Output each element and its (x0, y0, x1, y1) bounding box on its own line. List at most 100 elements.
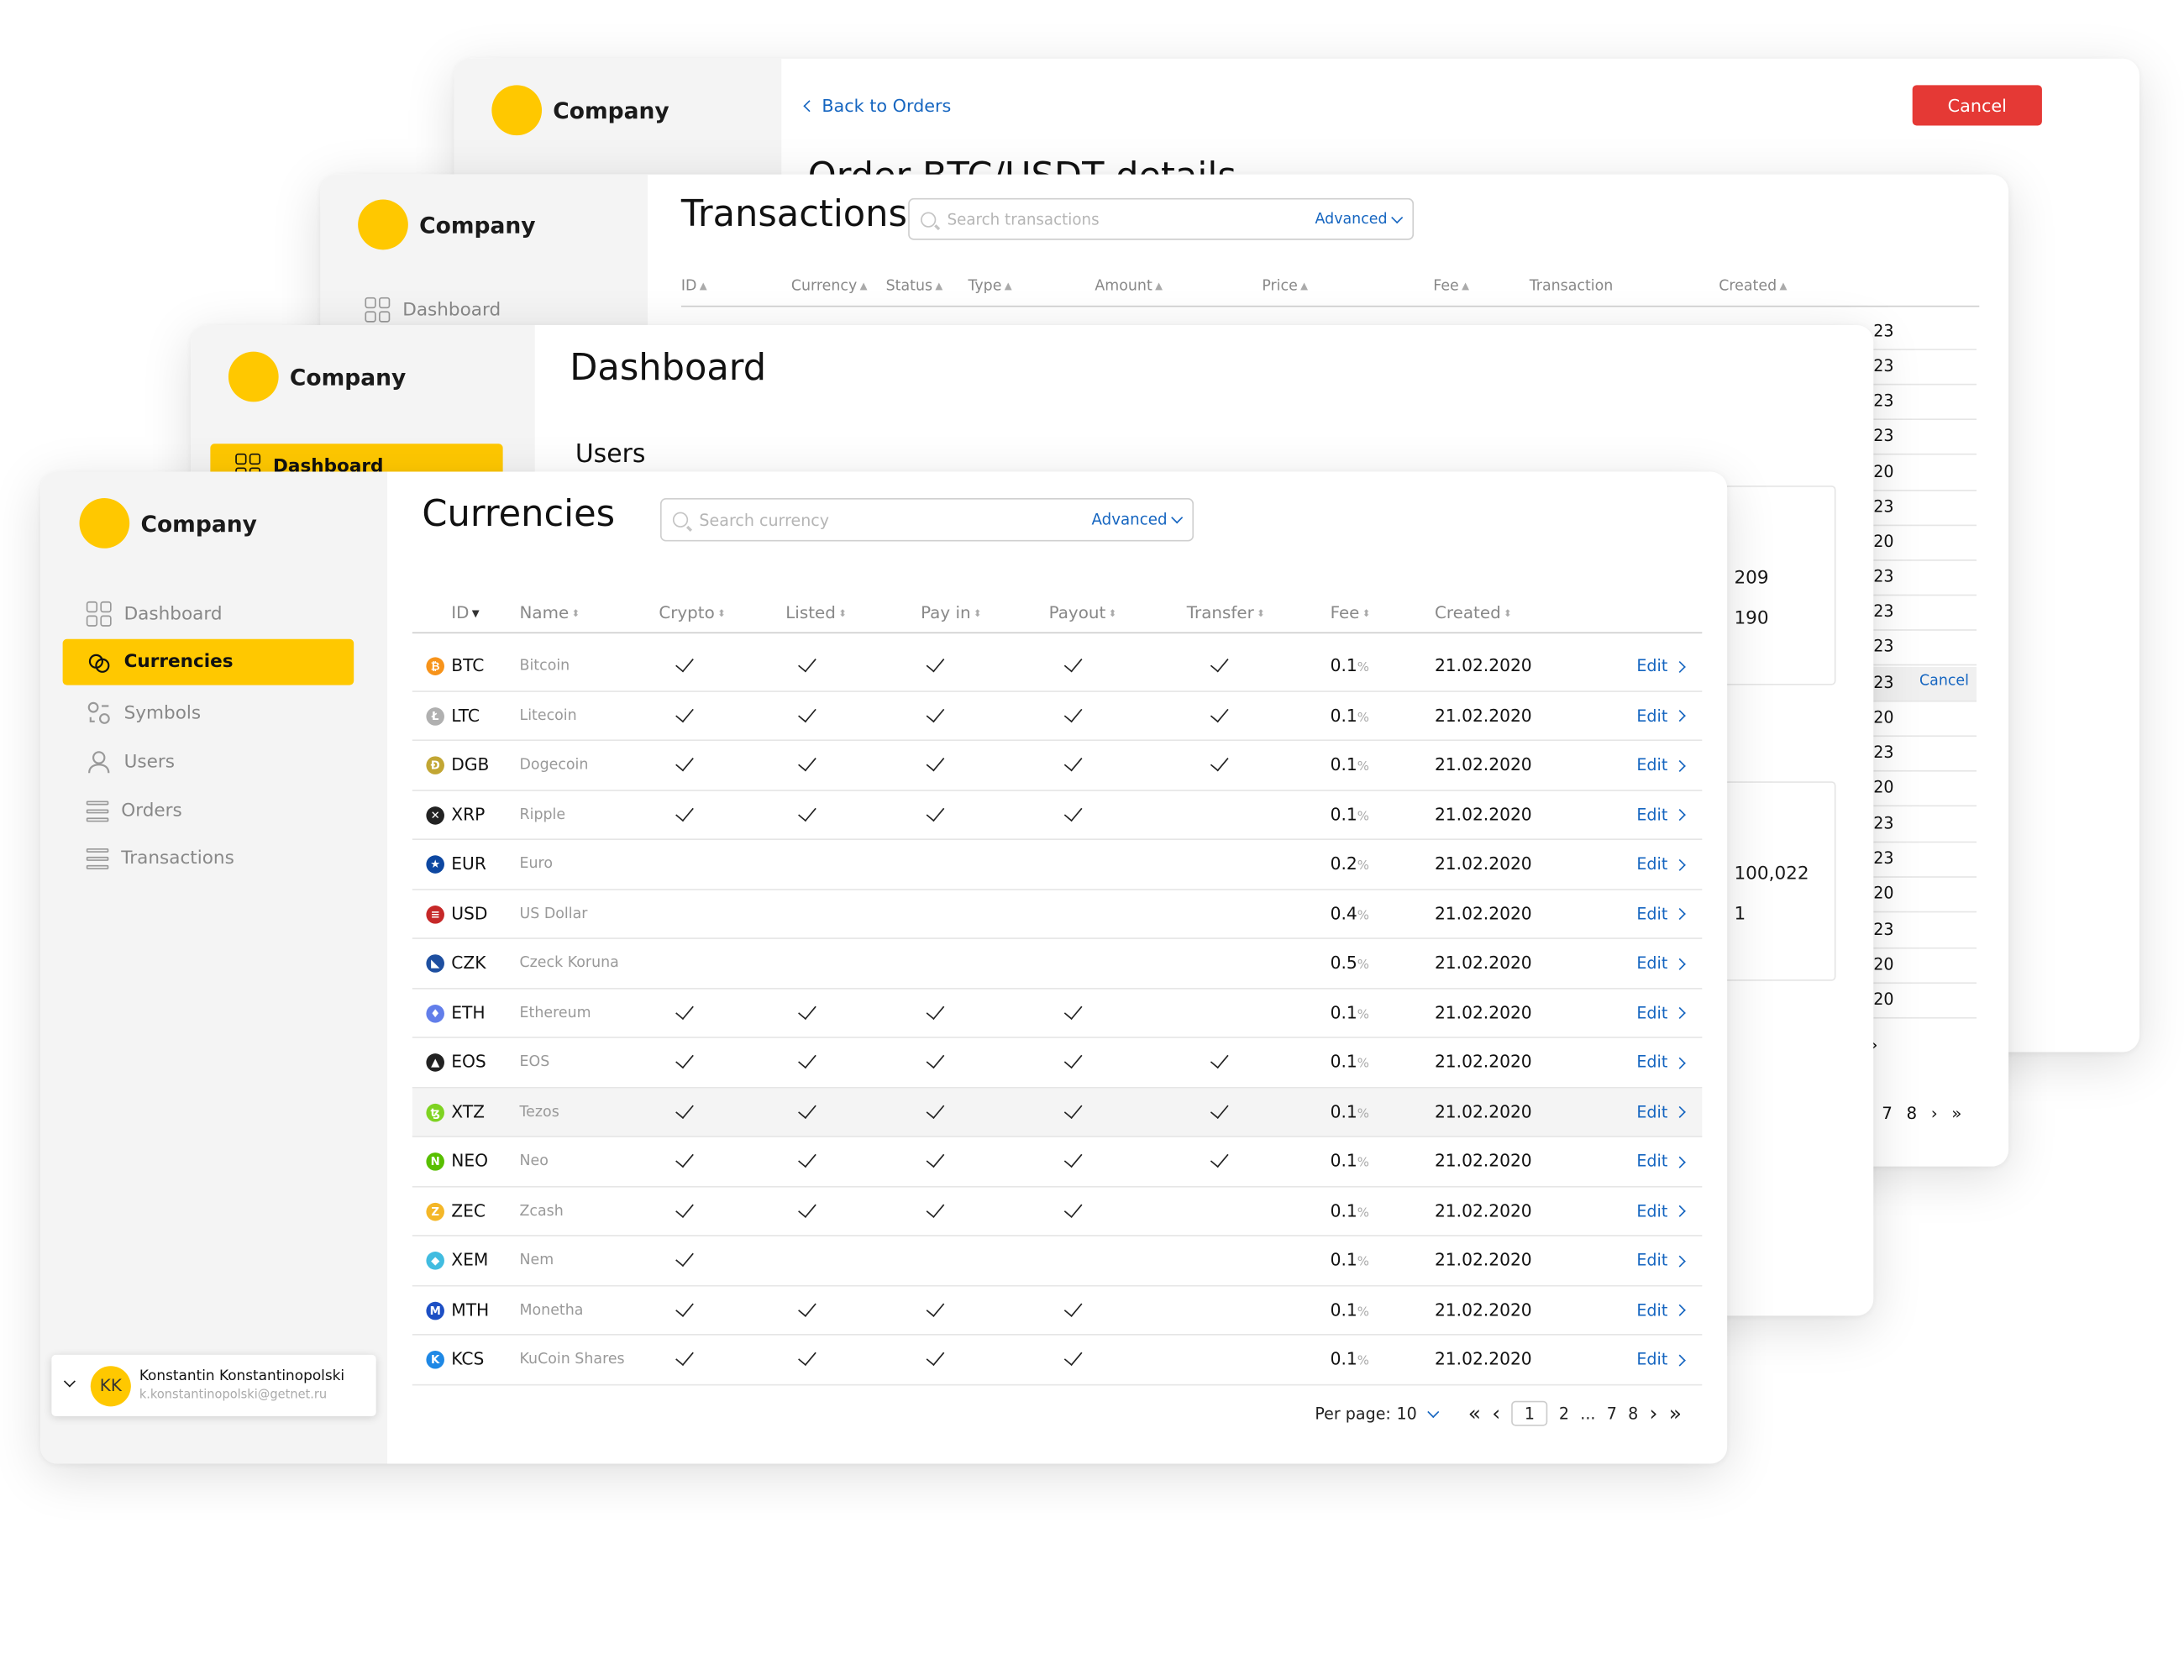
next-page-icon[interactable]: › (1650, 1401, 1658, 1426)
current-page[interactable]: 1 (1511, 1400, 1548, 1426)
table-row[interactable]: ₿ BTC Bitcoin 0.1% 21.02.2020 Edit (412, 642, 1703, 692)
edit-link[interactable]: Edit (1636, 1137, 1687, 1186)
column-header[interactable]: Fee ⬍ (1331, 603, 1371, 622)
advanced-toggle[interactable]: Advanced (1315, 211, 1404, 228)
page-link[interactable]: 7 (1607, 1404, 1617, 1423)
page-link[interactable]: 7 (1882, 1104, 1893, 1123)
table-row[interactable]: 20 (1873, 772, 1977, 807)
per-page-select[interactable]: Per page: 10 (1315, 1404, 1440, 1423)
next-page-icon[interactable]: › (1931, 1104, 1938, 1123)
sidebar-item-users[interactable]: Users (87, 749, 175, 774)
back-to-orders-link[interactable]: Back to Orders (803, 95, 951, 116)
column-header[interactable]: Transaction (1530, 278, 1614, 295)
table-row[interactable]: M MTH Monetha 0.1% 21.02.2020 Edit (412, 1286, 1703, 1336)
row-cancel-link[interactable]: Cancel (1919, 673, 1969, 690)
edit-link[interactable]: Edit (1636, 1038, 1687, 1087)
company-logo[interactable]: Company (228, 351, 406, 402)
column-header[interactable]: Transfer ⬍ (1187, 603, 1265, 622)
table-row[interactable]: ≡ USD US Dollar 0.4% 21.02.2020 Edit (412, 890, 1703, 939)
table-row[interactable]: K KCS KuCoin Shares 0.1% 21.02.2020 Edit (412, 1336, 1703, 1385)
table-row[interactable]: ♦ ETH Ethereum 0.1% 21.02.2020 Edit (412, 989, 1703, 1038)
page-link[interactable]: 8 (1906, 1104, 1917, 1123)
column-header[interactable]: Pay in ⬍ (921, 603, 982, 622)
edit-link[interactable]: Edit (1636, 1088, 1687, 1137)
table-row[interactable]: ◆ XEM Nem 0.1% 21.02.2020 Edit (412, 1236, 1703, 1286)
column-header[interactable]: Currency ▲ (791, 278, 868, 295)
cancel-button[interactable]: Cancel (1912, 85, 2042, 126)
column-header[interactable]: ID ▲ (681, 278, 707, 295)
table-row[interactable]: ▲ EOS EOS 0.1% 21.02.2020 Edit (412, 1038, 1703, 1088)
table-row[interactable]: 20 (1873, 526, 1977, 561)
edit-link[interactable]: Edit (1636, 890, 1687, 938)
table-row[interactable]: 23 (1873, 914, 1977, 949)
column-header[interactable]: Fee ▲ (1433, 278, 1469, 295)
edit-link[interactable]: Edit (1636, 939, 1687, 988)
column-header[interactable]: Status ▲ (886, 278, 943, 295)
page-link[interactable]: 8 (1628, 1404, 1638, 1423)
company-logo[interactable]: Company (491, 85, 669, 136)
edit-link[interactable]: Edit (1636, 790, 1687, 839)
last-page-icon[interactable]: » (1669, 1401, 1682, 1426)
table-row[interactable]: 23 (1873, 561, 1977, 596)
table-row[interactable]: Ł LTC Litecoin 0.1% 21.02.2020 Edit (412, 691, 1703, 742)
page-link[interactable]: 2 (1559, 1404, 1569, 1423)
sidebar-item-transactions[interactable]: Transactions (86, 846, 234, 871)
sidebar-item-dashboard[interactable]: Dashboard (365, 297, 501, 323)
search-input[interactable]: Search currency Advanced (659, 498, 1194, 542)
table-row[interactable]: Z ZEC Zcash 0.1% 21.02.2020 Edit (412, 1187, 1703, 1236)
sidebar-item-orders[interactable]: Orders (86, 798, 182, 823)
edit-link[interactable]: Edit (1636, 1187, 1687, 1236)
table-row[interactable]: 23 (1873, 843, 1977, 878)
edit-link[interactable]: Edit (1636, 1336, 1687, 1384)
chevron-down-icon[interactable] (63, 1375, 76, 1388)
table-row[interactable]: 20 (1873, 702, 1977, 738)
table-row[interactable]: N NEO Neo 0.1% 21.02.2020 Edit (412, 1137, 1703, 1187)
column-header[interactable]: Type ▲ (968, 278, 1011, 295)
column-header[interactable]: ID ▼ (451, 603, 479, 622)
edit-link[interactable]: Edit (1636, 989, 1687, 1037)
table-row[interactable]: 20 (1873, 456, 1977, 491)
column-header[interactable]: Crypto ⬍ (659, 603, 726, 622)
table-row[interactable]: 23 (1873, 631, 1977, 666)
column-header[interactable]: Listed ⬍ (785, 603, 847, 622)
table-row[interactable]: 20 (1873, 984, 1977, 1019)
search-input[interactable]: Search transactions Advanced (908, 197, 1415, 240)
table-row[interactable]: ꜩ XTZ Tezos 0.1% 21.02.2020 Edit (412, 1087, 1703, 1137)
first-page-icon[interactable]: « (1468, 1401, 1481, 1426)
table-row[interactable]: ✕ XRP Ripple 0.1% 21.02.2020 Edit (412, 790, 1703, 840)
table-row[interactable]: 23 (1873, 420, 1977, 455)
last-page-icon[interactable]: » (1951, 1104, 1961, 1123)
table-row[interactable]: 23 (1873, 808, 1977, 843)
column-header[interactable]: Created ⬍ (1435, 603, 1512, 622)
table-row[interactable]: 23 (1873, 315, 1977, 350)
table-row[interactable]: 23 (1873, 385, 1977, 420)
company-logo[interactable]: Company (358, 199, 536, 250)
edit-link[interactable]: Edit (1636, 1236, 1687, 1285)
table-row[interactable]: 23 (1873, 737, 1977, 772)
sidebar-item-symbols[interactable]: Symbols (87, 701, 201, 726)
table-row[interactable]: 23 (1873, 350, 1977, 386)
edit-link[interactable]: Edit (1636, 840, 1687, 889)
user-card[interactable]: KK Konstantin Konstantinopolski k.konsta… (51, 1354, 376, 1417)
edit-link[interactable]: Edit (1636, 691, 1687, 740)
table-row[interactable]: 20 (1873, 878, 1977, 913)
table-row[interactable]: 20 (1873, 949, 1977, 984)
table-row[interactable]: Ð DGB Dogecoin 0.1% 21.02.2020 Edit (412, 741, 1703, 791)
edit-link[interactable]: Edit (1636, 1286, 1687, 1335)
edit-link[interactable]: Edit (1636, 741, 1687, 790)
sidebar-item-currencies[interactable]: Currencies (62, 638, 354, 685)
table-row[interactable]: ★ EUR Euro 0.2% 21.02.2020 Edit (412, 840, 1703, 890)
column-header[interactable]: Created ▲ (1719, 278, 1787, 295)
company-logo[interactable]: Company (79, 498, 257, 549)
table-row[interactable]: ◣ CZK Czeck Koruna 0.5% 21.02.2020 Edit (412, 939, 1703, 989)
table-row[interactable]: 23 (1873, 491, 1977, 527)
edit-link[interactable]: Edit (1636, 642, 1687, 690)
column-header[interactable]: Name ⬍ (520, 603, 580, 622)
column-header[interactable]: Price ▲ (1262, 278, 1308, 295)
column-header[interactable]: Payout ⬍ (1049, 603, 1117, 622)
advanced-toggle[interactable]: Advanced (1091, 511, 1184, 529)
column-header[interactable]: Amount ▲ (1095, 278, 1163, 295)
table-row[interactable]: 23 (1873, 596, 1977, 631)
sidebar-item-dashboard[interactable]: Dashboard (86, 601, 223, 627)
prev-page-icon[interactable]: ‹ (1492, 1401, 1500, 1426)
